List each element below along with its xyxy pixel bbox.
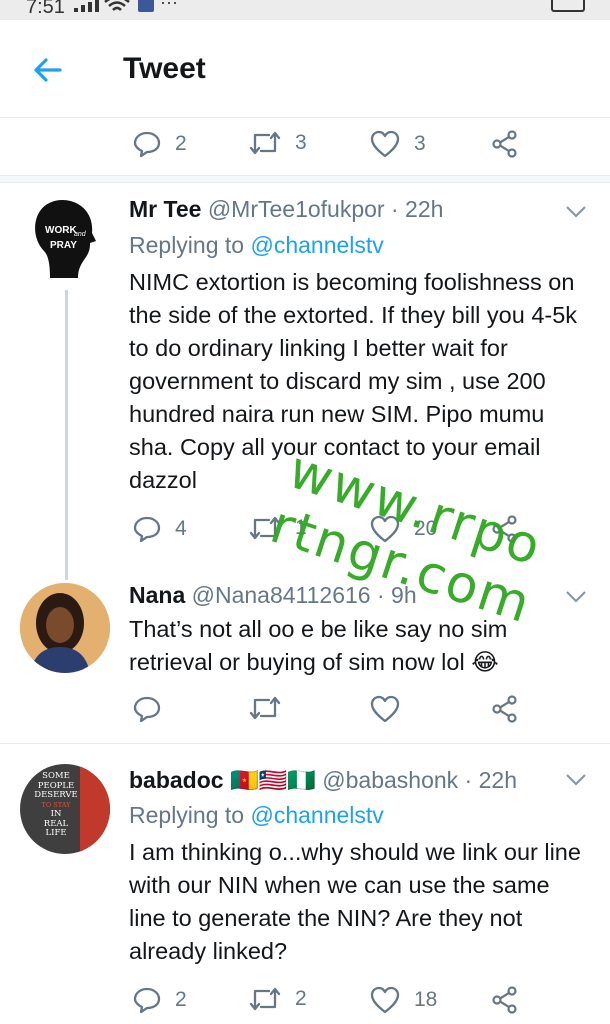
retweet-button[interactable]: 2	[249, 986, 307, 1012]
like-count: 3	[414, 132, 426, 155]
back-arrow-icon[interactable]	[30, 52, 66, 88]
avatar-text: SOME PEOPLE DESERVE TO STAY IN REAL LIFE	[28, 771, 84, 839]
share-icon	[492, 695, 517, 723]
author-name[interactable]: Nana	[129, 582, 185, 608]
facebook-icon	[138, 0, 154, 12]
app-header: Tweet	[0, 20, 610, 118]
wifi-icon	[104, 0, 130, 11]
reply-button[interactable]	[133, 695, 161, 723]
share-button[interactable]	[491, 130, 519, 158]
share-button[interactable]	[491, 986, 519, 1014]
reply-button[interactable]: 2	[133, 130, 187, 158]
retweet-icon	[249, 131, 281, 155]
reply-button[interactable]: 2	[133, 986, 187, 1014]
reply-count: 2	[175, 988, 187, 1011]
author-name[interactable]: Mr Tee	[129, 196, 201, 222]
heart-icon	[370, 695, 400, 723]
divider	[0, 743, 610, 744]
signal-icon	[74, 0, 99, 12]
replying-to-link[interactable]: @channelstv	[250, 232, 383, 258]
avatar-text-pray: PRAY	[50, 240, 77, 251]
reply-icon	[133, 987, 161, 1014]
tweet-header: Mr Tee @MrTee1ofukpor · 22h	[129, 196, 443, 223]
share-icon	[492, 130, 517, 158]
replying-to: Replying to @channelstv	[129, 802, 384, 829]
replying-to-label: Replying to	[129, 802, 245, 828]
retweet-count: 3	[295, 131, 307, 154]
retweet-button[interactable]	[249, 695, 281, 721]
person-photo-icon	[20, 583, 110, 673]
retweet-button[interactable]: 3	[249, 130, 307, 156]
share-icon	[492, 986, 517, 1014]
replying-to: Replying to @channelstv	[129, 232, 384, 259]
tweet-actions: 2 2 18	[0, 986, 610, 1016]
status-bar: 7:51 ···	[0, 0, 610, 20]
chevron-down-icon[interactable]	[565, 205, 587, 219]
author-handle: @MrTee1ofukpor · 22h	[207, 196, 444, 222]
avatar-mrtee[interactable]: WORK and PRAY	[20, 193, 110, 283]
replying-to-link[interactable]: @channelstv	[250, 802, 383, 828]
clock: 7:51	[26, 0, 65, 18]
retweet-icon	[249, 987, 281, 1011]
like-button[interactable]	[370, 695, 400, 723]
avatar-nana[interactable]	[20, 583, 110, 673]
tweet-text: I am thinking o...why should we link our…	[129, 839, 581, 964]
heart-icon	[370, 986, 400, 1014]
avatar-text-and: and	[74, 231, 86, 238]
reply-icon	[133, 131, 161, 158]
like-button[interactable]: 3	[370, 130, 426, 158]
chevron-down-icon[interactable]	[565, 590, 587, 604]
page-title: Tweet	[123, 52, 206, 85]
like-count: 18	[414, 988, 438, 1011]
heart-icon	[370, 130, 400, 158]
reply-count: 2	[175, 132, 187, 155]
reply-button[interactable]: 4	[133, 515, 187, 543]
head-silhouette-icon	[35, 199, 96, 278]
avatar-babadoc[interactable]: SOME PEOPLE DESERVE TO STAY IN REAL LIFE	[20, 764, 110, 854]
reply-icon	[133, 516, 161, 543]
tweet-header: babadoc 🇨🇲🇱🇷🇳🇬 @babashonk · 22h	[129, 767, 517, 794]
avatar-line: DESERVE	[34, 790, 78, 800]
avatar-text-work: WORK	[45, 225, 77, 236]
retweet-icon	[249, 696, 281, 720]
battery-icon	[551, 0, 585, 12]
avatar-line: LIFE	[45, 828, 67, 838]
retweet-count: 2	[295, 987, 307, 1010]
replying-to-label: Replying to	[129, 232, 245, 258]
main-tweet-actions: 2 3 3	[0, 130, 610, 160]
reply-count: 4	[175, 517, 187, 540]
avatar-red-stripe	[80, 764, 110, 854]
chevron-down-icon[interactable]	[565, 773, 587, 787]
more-notifications-icon: ···	[160, 0, 178, 12]
author-flags: 🇨🇲🇱🇷🇳🇬	[229, 767, 316, 793]
author-handle: @babashonk · 22h	[322, 767, 517, 793]
share-button[interactable]	[491, 695, 519, 723]
reply-icon	[133, 696, 161, 723]
author-name[interactable]: babadoc	[129, 767, 224, 793]
tweet-actions	[0, 695, 610, 725]
like-button[interactable]: 18	[370, 986, 437, 1014]
section-divider	[0, 175, 610, 183]
